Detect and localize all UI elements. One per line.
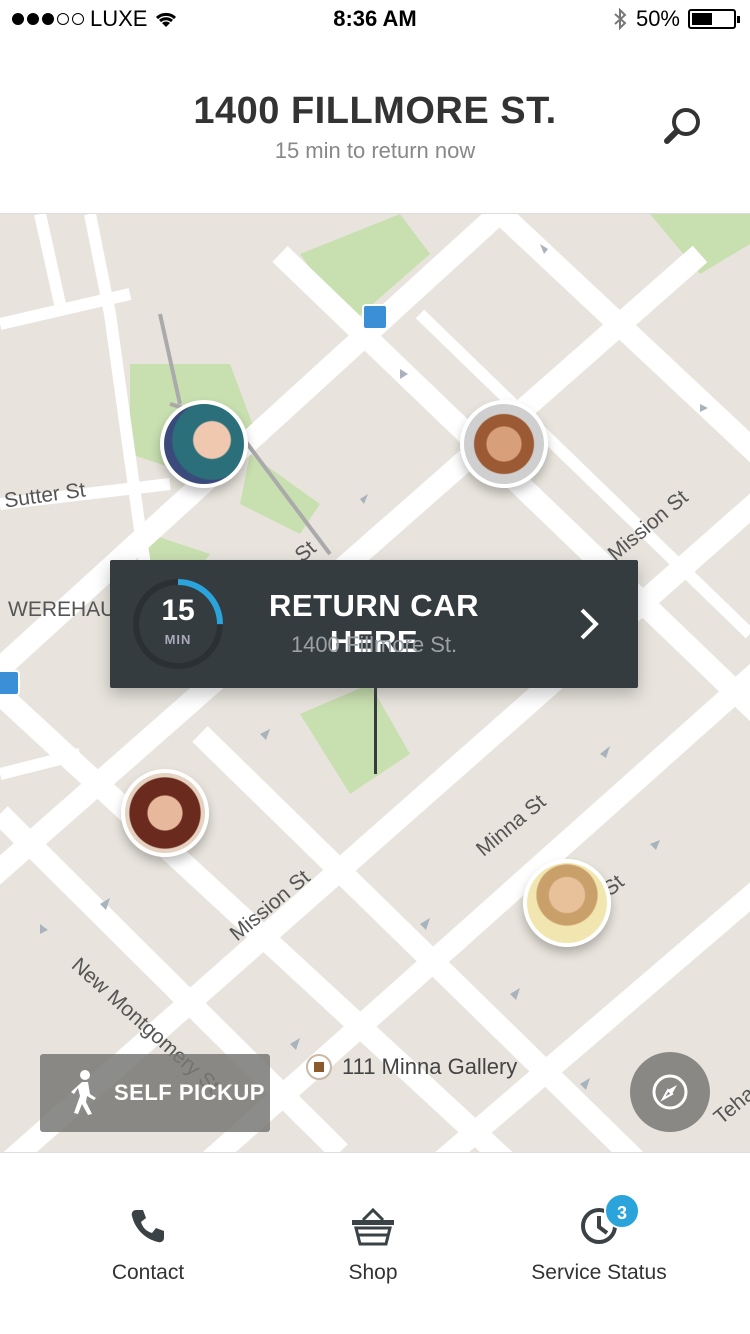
driver-avatar[interactable] xyxy=(121,769,209,857)
street-label-werehau: WEREHAU xyxy=(8,598,116,621)
self-pickup-button[interactable]: SELF PICKUP xyxy=(40,1054,270,1132)
return-car-address: 1400 Fillmore St. xyxy=(290,632,458,657)
self-pickup-label: SELF PICKUP xyxy=(114,1080,265,1105)
tab-bar: Contact Shop 3 Service Status xyxy=(0,1152,750,1334)
tab-service-status-label: Service Status xyxy=(531,1261,667,1284)
search-icon[interactable] xyxy=(662,104,706,148)
transit-stop-icon[interactable] xyxy=(362,304,388,330)
map-pin-stem xyxy=(374,688,377,774)
tab-shop[interactable]: Shop xyxy=(248,1203,498,1285)
phone-icon xyxy=(131,1210,164,1243)
tab-contact[interactable]: Contact xyxy=(23,1203,273,1285)
poi-gallery[interactable]: 111 Minna Gallery xyxy=(306,1054,517,1080)
status-bar: LUXE 8:36 AM 50% xyxy=(0,0,750,40)
return-car-card[interactable]: 15 MIN RETURN CAR HERE 1400 Fillmore St. xyxy=(110,560,638,688)
basket-icon xyxy=(352,1207,394,1246)
tab-contact-label: Contact xyxy=(111,1261,185,1284)
countdown-unit: MIN xyxy=(164,632,192,647)
page-subtitle: 15 min to return now xyxy=(274,138,476,163)
page-title: 1400 FILLMORE ST. xyxy=(193,90,557,132)
notification-badge: 3 xyxy=(604,1193,640,1229)
tab-service-status[interactable]: 3 Service Status xyxy=(474,1193,724,1285)
battery-icon xyxy=(688,9,740,29)
battery-percent: 50% xyxy=(635,6,680,31)
driver-avatar[interactable] xyxy=(460,400,548,488)
driver-avatar[interactable] xyxy=(523,859,611,947)
compass-icon xyxy=(652,1074,688,1110)
poi-marker-icon xyxy=(306,1054,332,1080)
driver-avatar[interactable] xyxy=(160,400,248,488)
compass-button[interactable] xyxy=(630,1052,710,1132)
transit-stop-icon[interactable] xyxy=(0,670,20,696)
walking-person-icon xyxy=(71,1070,96,1115)
map-view[interactable]: Sutter St Mission St Mission St Minna St… xyxy=(0,214,750,1152)
chevron-right-icon[interactable] xyxy=(574,604,604,644)
countdown-minutes: 15 xyxy=(161,594,195,627)
poi-label: 111 Minna Gallery xyxy=(342,1054,518,1079)
header: 1400 FILLMORE ST. 15 min to return now xyxy=(0,40,750,214)
tab-shop-label: Shop xyxy=(348,1261,398,1284)
bluetooth-icon xyxy=(614,7,627,31)
